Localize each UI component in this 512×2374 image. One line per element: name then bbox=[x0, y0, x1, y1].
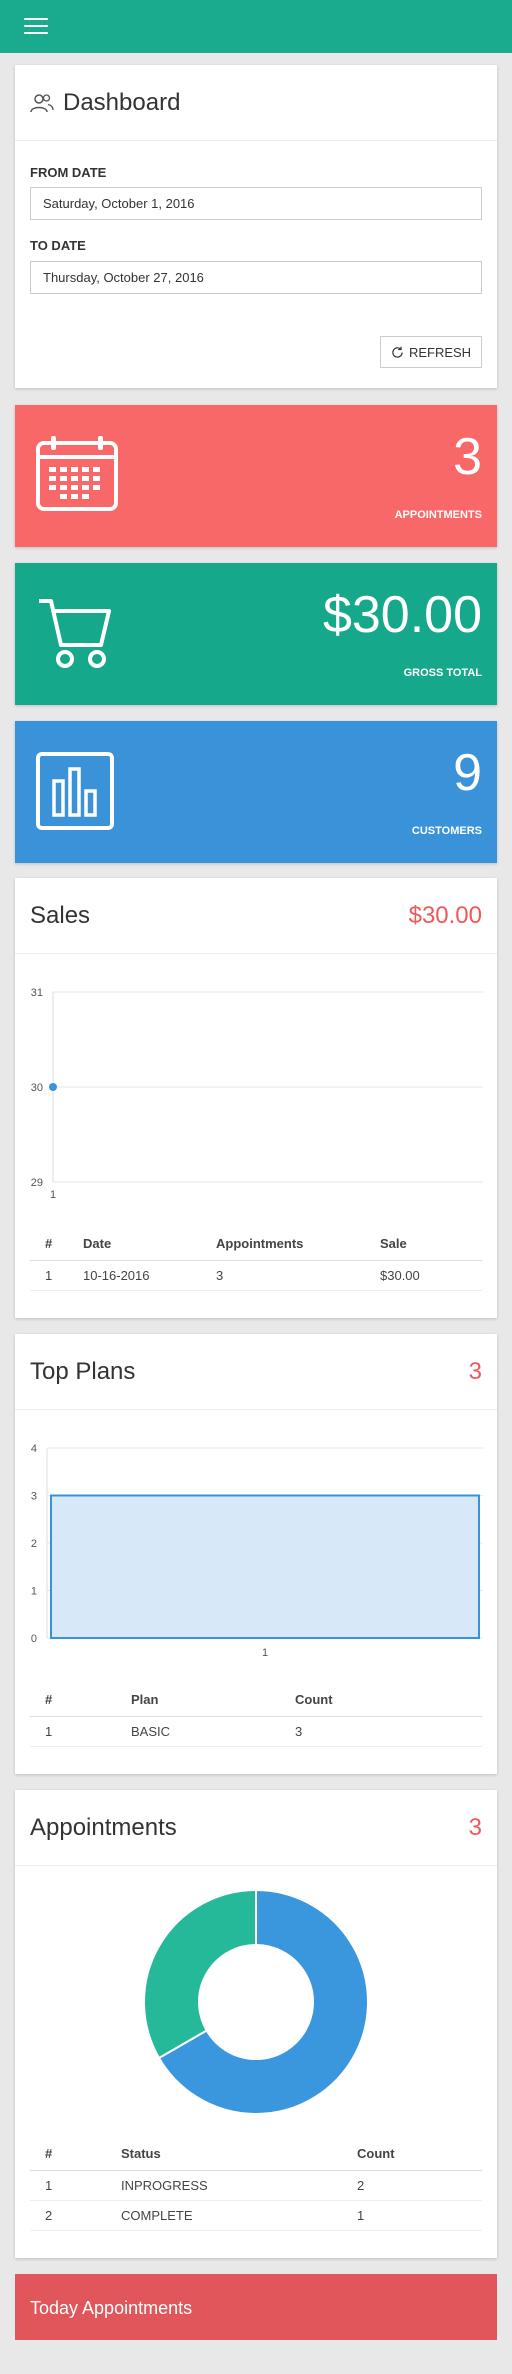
appointments-card: Appointments 3 # Status Count 1 INPROGRE… bbox=[15, 1790, 497, 2258]
column-header: Count bbox=[280, 1684, 482, 1717]
table-cell: INPROGRESS bbox=[106, 2170, 342, 2201]
table-cell: 1 bbox=[30, 1716, 116, 1747]
users-icon bbox=[30, 94, 54, 113]
today-appointments-title: Today Appointments bbox=[30, 2298, 193, 2318]
sales-card: Sales $30.00 29 30 31 1 # Date Appointments… bbox=[15, 878, 497, 1318]
refresh-icon bbox=[392, 346, 403, 358]
y-tick-label: 4 bbox=[31, 1443, 37, 1455]
today-appointments-panel[interactable]: Today Appointments bbox=[15, 2274, 497, 2340]
sales-header: Sales $30.00 bbox=[15, 878, 497, 954]
sales-table: # Date Appointments Sale 1 10-16-2016 3 … bbox=[30, 1228, 482, 1291]
data-point bbox=[49, 1083, 57, 1091]
table-cell: 1 bbox=[30, 2170, 106, 2201]
page-title: Dashboard bbox=[63, 89, 181, 116]
x-tick-label: 1 bbox=[50, 1189, 56, 1201]
top-plans-header: Top Plans 3 bbox=[15, 1334, 497, 1410]
table-cell: 2 bbox=[30, 2200, 106, 2231]
table-cell: 3 bbox=[280, 1716, 482, 1747]
donut-slice-complete bbox=[143, 1890, 257, 2060]
appointments-title: Appointments bbox=[30, 1814, 177, 1841]
table-row: 2 COMPLETE 1 bbox=[30, 2200, 482, 2231]
appointments-donut-chart bbox=[143, 1890, 369, 2115]
top-plans-title: Top Plans bbox=[30, 1358, 136, 1385]
to-date-input[interactable] bbox=[30, 261, 482, 294]
table-cell: 10-16-2016 bbox=[68, 1260, 201, 1291]
table-row: 1 BASIC 3 bbox=[30, 1716, 482, 1747]
table-cell: 3 bbox=[201, 1260, 365, 1291]
customers-count: 9 bbox=[453, 744, 482, 802]
plan-bar bbox=[50, 1494, 480, 1639]
table-cell: $30.00 bbox=[365, 1260, 482, 1291]
y-tick-label: 0 bbox=[31, 1633, 37, 1645]
column-header: # bbox=[30, 1684, 116, 1717]
y-tick-label: 31 bbox=[31, 987, 43, 999]
column-header: # bbox=[30, 2138, 106, 2171]
customers-stat-card: 9 CUSTOMERS bbox=[15, 721, 497, 863]
column-header: Sale bbox=[365, 1228, 482, 1261]
refresh-label: REFRESH bbox=[408, 344, 472, 360]
table-cell: BASIC bbox=[116, 1716, 280, 1747]
column-header: Appointments bbox=[201, 1228, 365, 1261]
appointments-table: # Status Count 1 INPROGRESS 2 2 COMPLETE… bbox=[30, 2138, 482, 2231]
column-header: Plan bbox=[116, 1684, 280, 1717]
customers-label: CUSTOMERS bbox=[411, 825, 482, 837]
y-tick-label: 30 bbox=[31, 1082, 43, 1094]
dashboard-header: Dashboard bbox=[15, 65, 497, 141]
to-date-label: TO DATE bbox=[30, 238, 86, 253]
sales-chart: 29 30 31 1 bbox=[31, 987, 483, 1201]
from-date-label: FROM DATE bbox=[30, 165, 107, 180]
appointments-label: APPOINTMENTS bbox=[394, 509, 482, 521]
from-date-input[interactable] bbox=[30, 187, 482, 220]
sales-total: $30.00 bbox=[408, 902, 482, 929]
cart-icon bbox=[39, 599, 111, 668]
top-plans-total: 3 bbox=[468, 1358, 482, 1385]
x-tick-label: 1 bbox=[262, 1647, 268, 1659]
calendar-icon bbox=[36, 436, 118, 511]
bar-chart-icon bbox=[36, 752, 114, 830]
appointments-stat-card: 3 APPOINTMENTS bbox=[15, 405, 497, 547]
table-header-row: # Plan Count bbox=[30, 1684, 482, 1717]
y-tick-label: 3 bbox=[31, 1491, 37, 1503]
appointments-total: 3 bbox=[468, 1814, 482, 1841]
y-tick-label: 29 bbox=[31, 1177, 43, 1189]
appointments-count: 3 bbox=[453, 428, 482, 486]
column-header: # bbox=[30, 1228, 68, 1261]
hamburger-menu-icon[interactable] bbox=[24, 16, 48, 36]
table-row: 1 10-16-2016 3 $30.00 bbox=[30, 1260, 482, 1291]
table-header-row: # Date Appointments Sale bbox=[30, 1228, 482, 1261]
y-tick-label: 1 bbox=[31, 1586, 37, 1598]
table-cell: 2 bbox=[342, 2170, 482, 2201]
gross-total-stat-card: $30.00 GROSS TOTAL bbox=[15, 563, 497, 705]
column-header: Count bbox=[342, 2138, 482, 2171]
sales-title: Sales bbox=[30, 902, 91, 929]
refresh-button[interactable]: REFRESH bbox=[380, 336, 482, 368]
table-cell: COMPLETE bbox=[106, 2200, 342, 2231]
column-header: Date bbox=[68, 1228, 201, 1261]
table-cell: 1 bbox=[30, 1260, 68, 1291]
top-plans-table: # Plan Count 1 BASIC 3 bbox=[30, 1684, 482, 1747]
appointments-header: Appointments 3 bbox=[15, 1790, 497, 1866]
dashboard-filter-card: Dashboard FROM DATE TO DATE REFRESH bbox=[15, 65, 497, 388]
table-cell: 1 bbox=[342, 2200, 482, 2231]
gross-total-label: GROSS TOTAL bbox=[403, 667, 482, 679]
column-header: Status bbox=[106, 2138, 342, 2171]
table-row: 1 INPROGRESS 2 bbox=[30, 2170, 482, 2201]
gross-total-value: $30.00 bbox=[322, 586, 482, 644]
top-plans-card: Top Plans 3 0 1 2 3 4 1 # Plan Count 1 BASIC … bbox=[15, 1334, 497, 1774]
top-plans-chart: 0 1 2 3 4 1 bbox=[31, 1443, 483, 1659]
top-bar bbox=[0, 0, 512, 53]
table-header-row: # Status Count bbox=[30, 2138, 482, 2171]
y-tick-label: 2 bbox=[31, 1538, 37, 1550]
